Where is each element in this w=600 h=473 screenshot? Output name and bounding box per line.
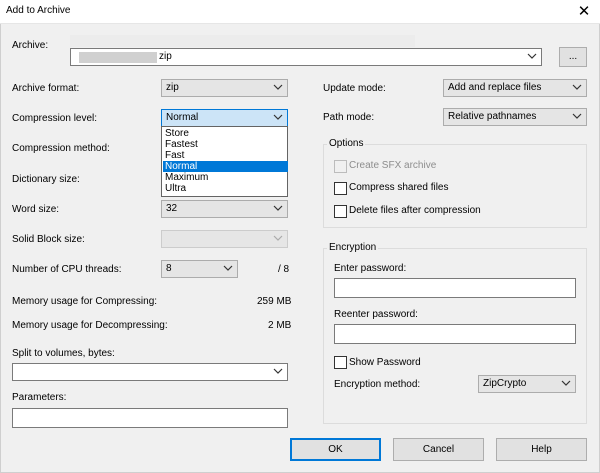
chevron-down-icon[interactable] xyxy=(223,263,233,273)
mem-compress-value: 259 MB xyxy=(257,296,292,307)
encryption-method-label: Encryption method: xyxy=(334,379,421,390)
chevron-down-icon[interactable] xyxy=(273,82,283,92)
ok-button[interactable]: OK xyxy=(290,438,381,461)
dropdown-option[interactable]: Ultra xyxy=(163,183,288,194)
window-title: Add to Archive xyxy=(6,5,71,16)
dropdown-option[interactable]: Fast xyxy=(163,150,288,161)
chevron-down-icon[interactable] xyxy=(273,112,283,122)
solid-block-size-select xyxy=(161,230,288,248)
enter-password-label: Enter password: xyxy=(334,263,407,274)
update-mode-value: Add and replace files xyxy=(448,82,542,93)
dropdown-option[interactable]: Maximum xyxy=(163,172,288,183)
create-sfx-checkbox xyxy=(334,160,347,173)
title-bar xyxy=(0,0,600,24)
show-password-checkbox[interactable] xyxy=(334,356,347,369)
chevron-down-icon[interactable] xyxy=(527,51,537,61)
chevron-down-icon[interactable] xyxy=(273,203,283,213)
enter-password-input[interactable] xyxy=(334,278,576,298)
compression-level-value: Normal xyxy=(166,112,199,123)
mem-compress-label: Memory usage for Compressing: xyxy=(12,296,158,307)
archive-name-redacted xyxy=(79,52,157,63)
delete-after-label[interactable]: Delete files after compression xyxy=(349,205,481,216)
path-mode-select[interactable]: Relative pathnames xyxy=(443,108,587,126)
create-sfx-label: Create SFX archive xyxy=(349,160,437,171)
compression-method-label: Compression method: xyxy=(12,143,110,154)
update-mode-select[interactable]: Add and replace files xyxy=(443,79,587,97)
archive-path-redacted xyxy=(70,35,415,47)
dropdown-option-selected[interactable]: Normal xyxy=(163,161,288,172)
compress-shared-label[interactable]: Compress shared files xyxy=(349,182,448,193)
solid-block-size-label: Solid Block size: xyxy=(12,234,85,245)
cpu-threads-max: / 8 xyxy=(278,264,290,275)
close-icon[interactable]: ✕ xyxy=(568,0,600,23)
encryption-group-title: Encryption xyxy=(327,242,379,253)
encryption-method-value: ZipCrypto xyxy=(483,378,527,389)
archive-label: Archive: xyxy=(12,40,49,51)
archive-name-suffix: zip xyxy=(159,51,172,62)
cpu-threads-value: 8 xyxy=(166,263,172,274)
chevron-down-icon[interactable] xyxy=(572,82,582,92)
path-mode-label: Path mode: xyxy=(323,112,375,123)
show-password-label[interactable]: Show Password xyxy=(349,357,421,368)
parameters-input[interactable] xyxy=(12,408,288,428)
compression-level-select[interactable]: Normal xyxy=(161,109,288,127)
path-mode-value: Relative pathnames xyxy=(448,111,537,122)
split-volumes-combobox[interactable] xyxy=(12,363,288,381)
chevron-down-icon[interactable] xyxy=(273,366,283,376)
update-mode-label: Update mode: xyxy=(323,83,386,94)
help-button[interactable]: Help xyxy=(496,438,587,461)
archive-format-label: Archive format: xyxy=(12,83,80,94)
parameters-label: Parameters: xyxy=(12,392,67,403)
archive-format-value: zip xyxy=(166,82,179,93)
compression-level-label: Compression level: xyxy=(12,113,98,124)
compression-level-dropdown: Store Fastest Fast Normal Maximum Ultra xyxy=(161,126,288,197)
browse-button[interactable]: ... xyxy=(559,47,587,67)
split-volumes-label: Split to volumes, bytes: xyxy=(12,348,115,359)
word-size-select[interactable]: 32 xyxy=(161,200,288,218)
reenter-password-input[interactable] xyxy=(334,324,576,344)
dropdown-option[interactable]: Store xyxy=(163,128,288,139)
delete-after-checkbox[interactable] xyxy=(334,205,347,218)
archive-format-select[interactable]: zip xyxy=(161,79,288,97)
encryption-method-select[interactable]: ZipCrypto xyxy=(478,375,576,393)
mem-decompress-value: 2 MB xyxy=(268,320,292,331)
cancel-button[interactable]: Cancel xyxy=(393,438,484,461)
cpu-threads-select[interactable]: 8 xyxy=(161,260,238,278)
cpu-threads-label: Number of CPU threads: xyxy=(12,264,122,275)
chevron-down-icon[interactable] xyxy=(572,111,582,121)
reenter-password-label: Reenter password: xyxy=(334,309,418,320)
word-size-label: Word size: xyxy=(12,204,60,215)
chevron-down-icon xyxy=(273,233,283,243)
compress-shared-checkbox[interactable] xyxy=(334,182,347,195)
dropdown-option[interactable]: Fastest xyxy=(163,139,288,150)
word-size-value: 32 xyxy=(166,203,178,214)
options-group-title: Options xyxy=(327,138,366,149)
chevron-down-icon[interactable] xyxy=(561,378,571,388)
dictionary-size-label: Dictionary size: xyxy=(12,174,80,185)
archive-name-combobox[interactable]: zip xyxy=(70,48,542,66)
mem-decompress-label: Memory usage for Decompressing: xyxy=(12,320,168,331)
